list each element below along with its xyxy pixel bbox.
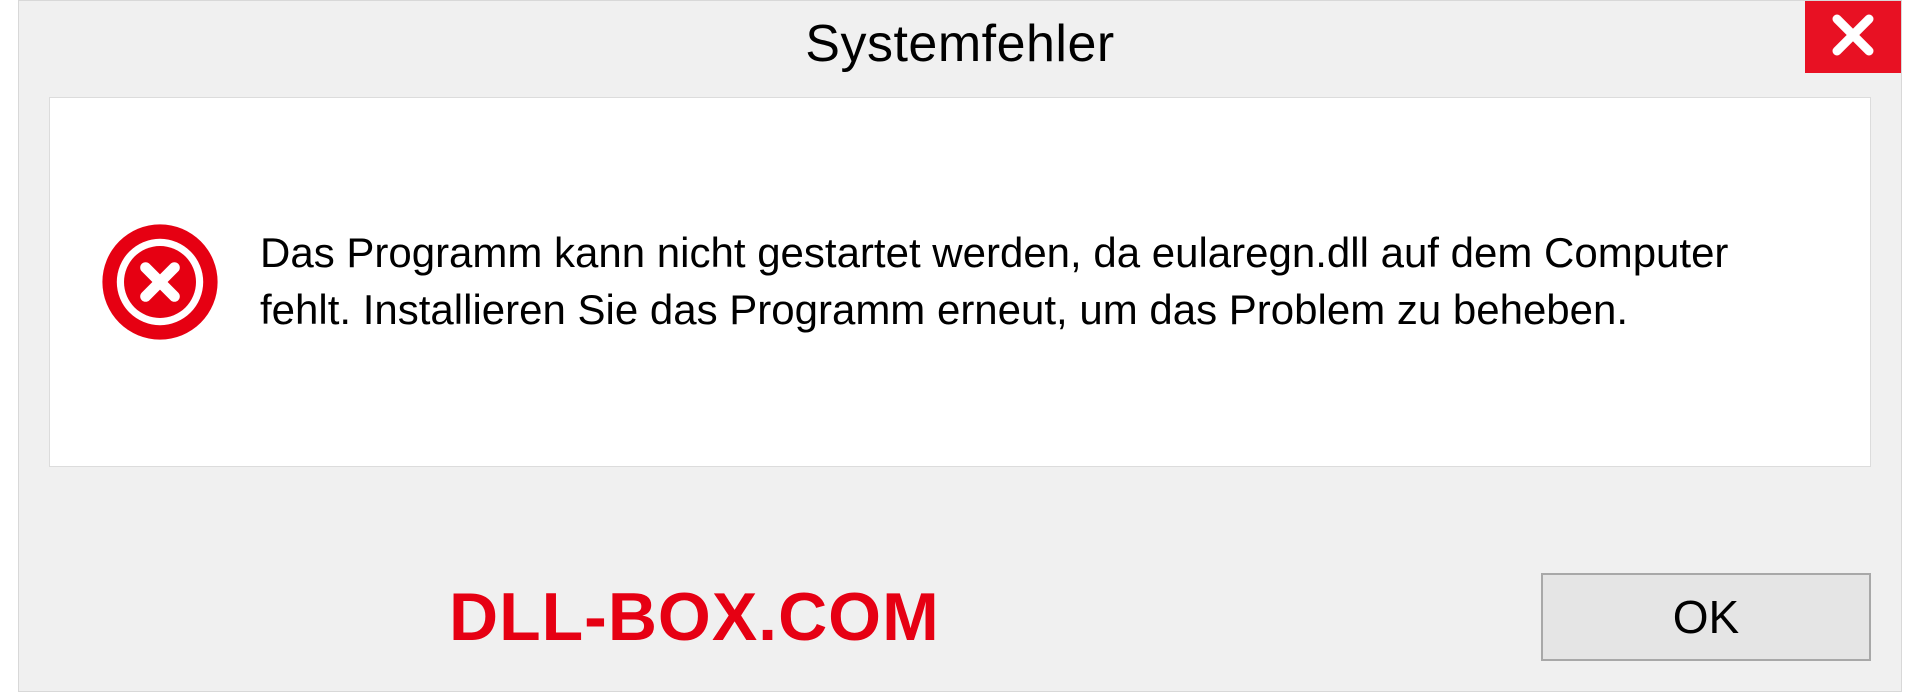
close-button[interactable] [1805,1,1901,73]
error-icon [100,222,220,342]
dialog-title: Systemfehler [805,14,1114,74]
close-icon [1829,11,1877,64]
watermark-text: DLL-BOX.COM [449,578,940,656]
content-panel: Das Programm kann nicht gestartet werden… [49,97,1871,467]
error-message: Das Programm kann nicht gestartet werden… [260,225,1820,338]
ok-button[interactable]: OK [1541,573,1871,661]
dialog-footer: DLL-BOX.COM OK [49,573,1871,661]
error-dialog: Systemfehler Das Programm kann nicht ges… [18,0,1902,692]
titlebar: Systemfehler [19,1,1901,87]
